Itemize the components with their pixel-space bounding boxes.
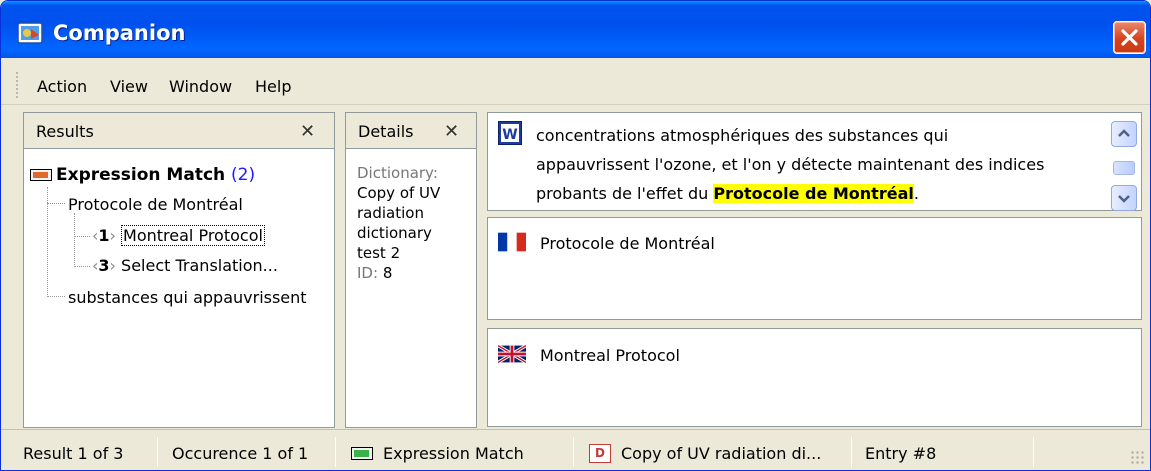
context-text: concentrations atmosphériques des substa…: [536, 121, 1044, 208]
toolbar-grip[interactable]: [15, 71, 19, 99]
target-term: Montreal Protocol: [540, 346, 680, 365]
app-icon: [17, 22, 43, 44]
resize-grip[interactable]: [1130, 450, 1146, 466]
dictionary-badge-icon: D: [589, 444, 611, 463]
details-panel: Details ✕ Dictionary: Copy of UV radiati…: [345, 112, 477, 428]
context-panel: W concentrations atmosphériques des subs…: [487, 112, 1142, 211]
details-title: Details: [358, 122, 414, 141]
menu-action[interactable]: Action: [37, 77, 87, 96]
french-flag-icon: [498, 232, 526, 252]
context-scrollbar[interactable]: [1111, 121, 1137, 213]
menu-view[interactable]: View: [110, 77, 148, 96]
tree-child-protocole[interactable]: Protocole de Montréal: [68, 195, 243, 214]
dictionary-name-line: radiation: [357, 204, 424, 222]
scroll-down-button[interactable]: [1111, 185, 1137, 211]
expression-match-icon: [30, 169, 52, 181]
dictionary-label: Dictionary:: [357, 164, 438, 182]
entry-number: 1: [98, 226, 110, 245]
target-panel: Montreal Protocol: [487, 328, 1142, 427]
dictionary-name-line: test 2: [357, 244, 401, 262]
context-line: appauvrissent l'ozone, et l'on y détecte…: [536, 155, 1045, 174]
close-icon: [1121, 29, 1138, 46]
tree-entry-3[interactable]: ‹3› Select Translation...: [92, 256, 278, 275]
companion-window: Companion Action View Window Help Result…: [0, 0, 1151, 471]
chevron-up-icon: [1118, 129, 1130, 137]
status-divider: [157, 437, 158, 467]
status-divider: [1033, 437, 1034, 467]
window-title: Companion: [53, 21, 186, 45]
status-entry: Entry #8: [865, 444, 937, 463]
word-doc-icon: W: [498, 121, 522, 145]
tree-child-substances[interactable]: substances qui appauvrissent: [68, 288, 307, 307]
scroll-up-button[interactable]: [1111, 121, 1137, 147]
results-close-button[interactable]: ✕: [300, 121, 315, 142]
results-header: Results ✕: [24, 113, 334, 149]
close-window-button[interactable]: [1113, 21, 1146, 54]
status-match-type: Expression Match: [383, 444, 524, 463]
dictionary-name-line: dictionary: [357, 224, 432, 242]
context-line-3: probants de l'effet du Protocole de Mont…: [536, 179, 1044, 208]
tree-entry-1[interactable]: ‹1› Montreal Protocol: [92, 225, 265, 246]
svg-text:W: W: [502, 127, 517, 143]
context-after: .: [913, 184, 919, 203]
dictionary-name-line: Copy of UV: [357, 184, 441, 202]
menu-help[interactable]: Help: [255, 77, 291, 96]
chevron-down-icon: [1118, 195, 1130, 203]
status-divider: [851, 437, 852, 467]
tree-line: [47, 296, 65, 297]
tree-root-expression-match[interactable]: Expression Match (2): [56, 165, 255, 185]
results-panel: Results ✕ Expression Match (2) Protocole…: [23, 112, 335, 428]
status-bar: Result 1 of 3 Occurence 1 of 1 Expressio…: [1, 429, 1150, 470]
details-header: Details ✕: [346, 113, 476, 149]
details-content: Dictionary: Copy of UV radiation diction…: [357, 163, 475, 283]
results-title: Results: [36, 122, 94, 141]
status-divider: [573, 437, 574, 467]
tree-root-label: Expression Match: [56, 165, 226, 185]
entry-text: Montreal Protocol: [121, 225, 265, 246]
entry-text: Select Translation...: [121, 256, 278, 275]
scroll-thumb[interactable]: [1113, 161, 1135, 175]
context-before: probants de l'effet du: [536, 184, 714, 203]
status-dictionary: Copy of UV radiation di...: [621, 444, 822, 463]
status-divider: [335, 437, 336, 467]
tree-line: [74, 236, 90, 237]
context-highlight: Protocole de Montréal: [713, 184, 914, 203]
tree-line: [74, 266, 90, 267]
id-label: ID:: [357, 264, 379, 282]
entry-id: ID: 8: [357, 263, 475, 283]
menu-window[interactable]: Window: [169, 77, 232, 96]
tree-root-count: (2): [231, 165, 256, 185]
id-value: 8: [382, 264, 393, 282]
tree-line: [74, 213, 75, 267]
uk-flag-icon: [498, 345, 526, 363]
details-close-button[interactable]: ✕: [444, 121, 459, 142]
status-occurrence: Occurence 1 of 1: [172, 444, 309, 463]
source-term: Protocole de Montréal: [540, 234, 715, 253]
title-bar[interactable]: Companion: [1, 1, 1150, 58]
expression-match-status-icon: [351, 447, 373, 460]
entry-number: 3: [98, 256, 110, 275]
menu-bar: Action View Window Help: [1, 63, 1150, 105]
tree-line: [47, 203, 65, 204]
status-result: Result 1 of 3: [23, 444, 124, 463]
source-panel: Protocole de Montréal: [487, 217, 1142, 320]
context-line: concentrations atmosphériques des substa…: [536, 126, 949, 145]
